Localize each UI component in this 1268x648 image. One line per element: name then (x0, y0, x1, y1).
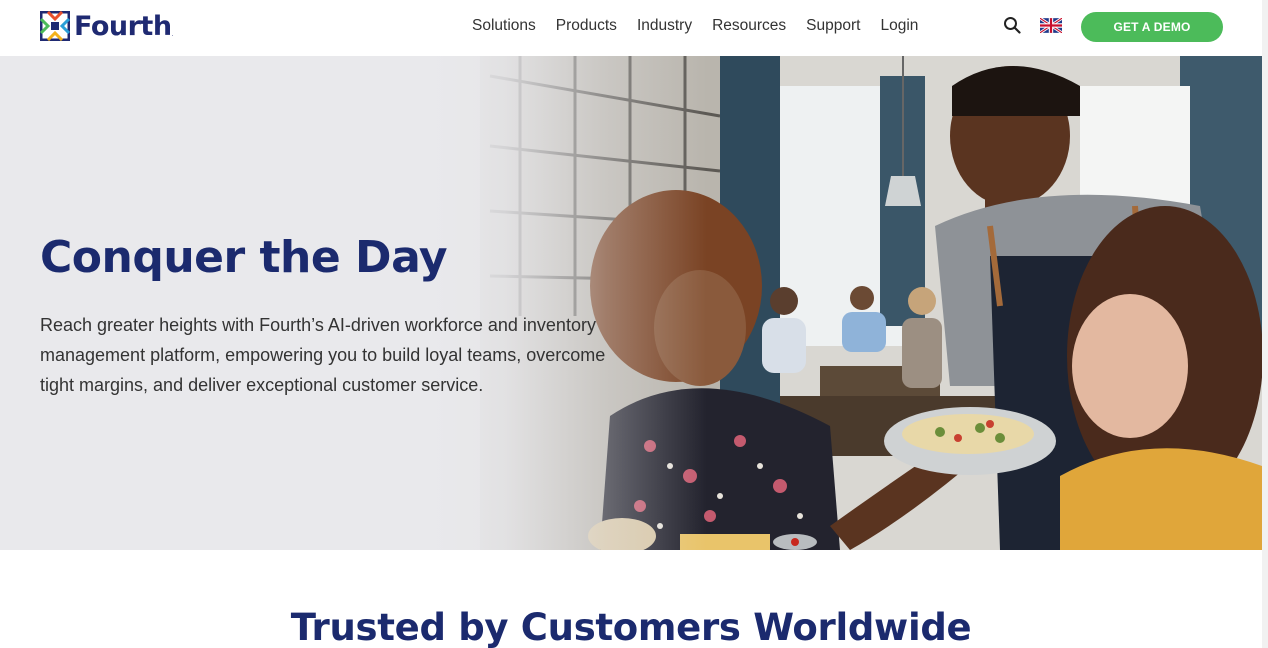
page-scrollbar[interactable] (1262, 56, 1268, 648)
site-header: Fourth . Solutions Products Industry Res… (0, 0, 1268, 56)
nav-support[interactable]: Support (806, 17, 860, 35)
nav-login[interactable]: Login (880, 17, 918, 35)
nav-solutions[interactable]: Solutions (472, 17, 536, 35)
trusted-title: Trusted by Customers Worldwide (290, 606, 972, 648)
hero-section: Conquer the Day Reach greater heights wi… (0, 56, 1262, 550)
fourth-logo[interactable]: Fourth . (40, 10, 173, 42)
hero-description: Reach greater heights with Fourth’s AI-d… (40, 315, 606, 395)
trusted-section: Trusted by Customers Worldwide (0, 550, 1262, 648)
nav-industry[interactable]: Industry (637, 17, 692, 35)
hero-gradient-overlay (0, 56, 1262, 550)
nav-resources[interactable]: Resources (712, 17, 786, 35)
hero-title: Conquer the Day (40, 232, 448, 283)
get-a-demo-button[interactable]: GET A DEMO (1081, 12, 1223, 42)
uk-flag-icon[interactable] (1040, 18, 1062, 33)
fourth-logo-icon (40, 11, 70, 41)
logo-wordmark: Fourth (74, 10, 172, 42)
main-nav: Solutions Products Industry Resources Su… (472, 0, 938, 52)
nav-products[interactable]: Products (556, 17, 617, 35)
logo-registered-mark: . (171, 32, 174, 38)
search-icon[interactable] (1003, 16, 1021, 34)
